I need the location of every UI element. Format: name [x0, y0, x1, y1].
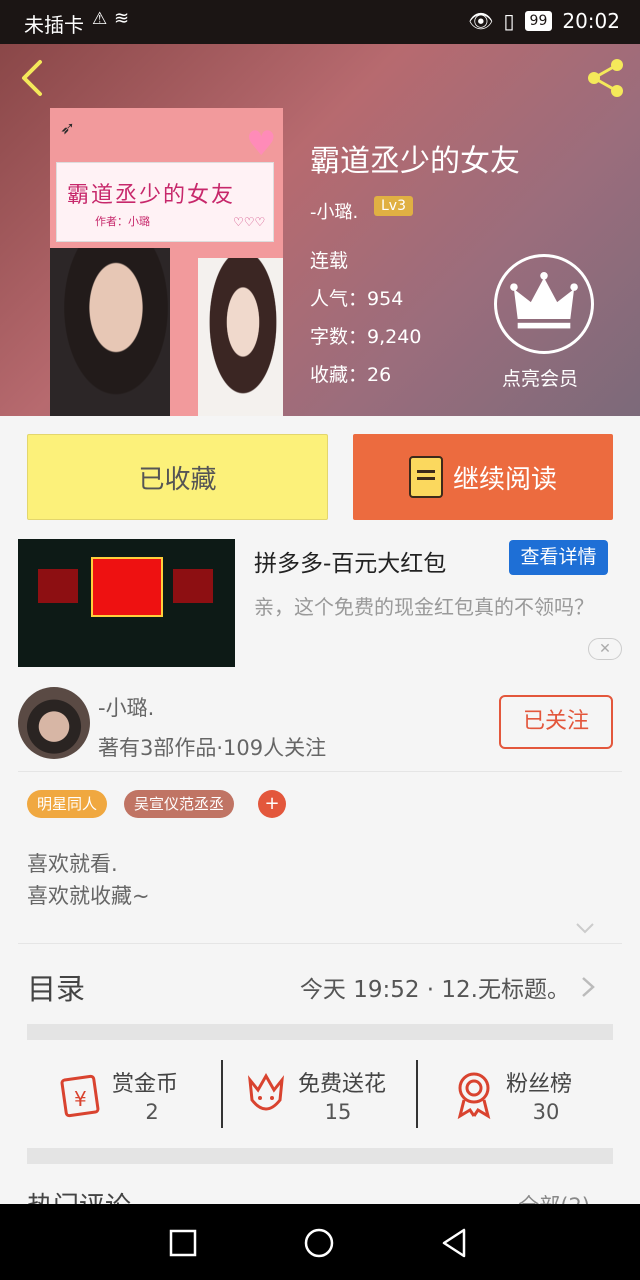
- intro-line-1: 喜欢就看.: [27, 852, 118, 876]
- popularity-value: 954: [367, 288, 404, 310]
- ad-detail-button[interactable]: 查看详情: [509, 540, 608, 575]
- status-bar: 未插卡 ⚠ ≋ 👁 ▯ 99 20:02: [0, 0, 640, 44]
- system-nav-bar: [0, 1204, 640, 1280]
- back-arrow-icon[interactable]: [14, 58, 54, 98]
- continue-reading-button[interactable]: 继续阅读: [353, 434, 613, 520]
- toc-label[interactable]: 目录: [27, 966, 85, 1008]
- book-header: ➶ ♥ 霸道丞少的女友 作者：小璐 ♡♡♡ 霸道丞少的女友 -小璐. Lv3 连…: [0, 44, 640, 416]
- book-title: 霸道丞少的女友: [310, 144, 520, 179]
- ad-close-icon[interactable]: ✕: [588, 638, 622, 660]
- divider: [416, 1060, 418, 1128]
- word-count-value: 9,240: [367, 326, 422, 348]
- fan-ranking-value: 30: [532, 1100, 560, 1124]
- book-intro: 喜欢就看. 喜欢就收藏~: [27, 848, 150, 912]
- cover-author: 作者：小璐: [95, 215, 150, 228]
- free-flowers-label: 免费送花: [298, 1072, 387, 1097]
- free-flowers-button[interactable]: 免费送花 15: [240, 1060, 430, 1130]
- carrier-text: 未插卡: [24, 13, 84, 37]
- reward-coins-label: 赏金币: [112, 1072, 179, 1097]
- intro-line-2: 喜欢就收藏~: [27, 884, 150, 908]
- reward-coins-value: 2: [145, 1100, 159, 1124]
- favorites-label: 收藏：: [310, 364, 368, 386]
- section-separator: [27, 1148, 613, 1164]
- favorited-button[interactable]: 已收藏: [27, 434, 328, 520]
- popularity-stat: 人气：954: [310, 284, 403, 311]
- eye-icon: 👁: [468, 9, 494, 33]
- author-name[interactable]: -小璐.: [98, 692, 154, 722]
- battery-icon: 99: [524, 11, 553, 31]
- divider: [221, 1060, 223, 1128]
- avatar[interactable]: [18, 687, 90, 759]
- tag-star-fanfic[interactable]: 明星同人: [27, 790, 108, 818]
- recent-apps-icon[interactable]: [168, 1228, 198, 1258]
- free-flowers-value: 15: [324, 1100, 352, 1124]
- tag-characters[interactable]: 吴宣仪范丞丞: [124, 790, 235, 818]
- vibrate-icon: ▯: [503, 9, 515, 33]
- share-icon[interactable]: [584, 56, 628, 100]
- flower-icon: [248, 1072, 284, 1111]
- author-works-info: 著有3部作品·109人关注: [98, 736, 327, 760]
- chevron-right-icon[interactable]: [580, 976, 596, 998]
- cover-male-figure: [50, 248, 170, 416]
- ad-description[interactable]: 亲，这个免费的现金红包真的不领吗？: [254, 592, 614, 622]
- book-cover: ➶ ♥ 霸道丞少的女友 作者：小璐 ♡♡♡: [50, 108, 283, 416]
- home-icon[interactable]: [304, 1228, 334, 1258]
- toc-latest-chapter[interactable]: 今天 19:52 · 12.无标题。: [300, 970, 570, 1004]
- hearts-decoration-icon: ♡♡♡: [233, 215, 266, 229]
- favorites-stat: 收藏：26: [310, 360, 391, 387]
- add-tag-button[interactable]: +: [258, 790, 286, 818]
- expand-chevron-icon[interactable]: [575, 918, 595, 938]
- reward-coin-icon: ¥: [60, 1074, 100, 1118]
- follow-button[interactable]: 已关注: [499, 695, 613, 749]
- author-level-badge: Lv3: [374, 196, 413, 216]
- continue-reading-label: 继续阅读: [452, 464, 557, 495]
- book-icon: [408, 456, 443, 498]
- ad-title[interactable]: 拼多多-百元大红包: [254, 544, 446, 578]
- favorited-label: 已收藏: [138, 464, 217, 495]
- red-envelope-graphic: [91, 557, 163, 617]
- vip-label[interactable]: 点亮会员: [502, 364, 578, 391]
- cover-title: 霸道丞少的女友: [67, 183, 236, 208]
- svg-text:¥: ¥: [74, 1087, 87, 1111]
- word-count-label: 字数：: [310, 326, 368, 348]
- section-separator: [27, 1024, 613, 1040]
- vip-crown-button[interactable]: [494, 254, 594, 354]
- sim-alert-icon: ⚠: [92, 9, 108, 29]
- back-icon[interactable]: [440, 1228, 470, 1258]
- medal-icon: [457, 1072, 491, 1120]
- ad-image[interactable]: [18, 539, 235, 667]
- divider: [18, 771, 622, 772]
- serial-status: 连载: [310, 250, 349, 272]
- fan-ranking-button[interactable]: 粉丝榜 30: [448, 1060, 638, 1130]
- crown-icon: [510, 272, 578, 329]
- book-author[interactable]: -小璐.: [310, 198, 358, 224]
- cover-title-banner: 霸道丞少的女友 作者：小璐 ♡♡♡: [56, 162, 274, 242]
- cover-female-figure: [198, 258, 283, 416]
- favorites-value: 26: [367, 364, 392, 386]
- fan-ranking-label: 粉丝榜: [506, 1072, 573, 1097]
- heart-icon: ♥: [246, 124, 277, 164]
- reward-coins-button[interactable]: ¥ 赏金币 2: [54, 1060, 244, 1130]
- popularity-label: 人气：: [310, 288, 368, 310]
- arrow-doodle-icon: ➶: [60, 118, 76, 139]
- clock: 20:02: [562, 9, 620, 33]
- divider: [18, 943, 622, 944]
- wifi-icon: ≋: [114, 8, 130, 29]
- word-count-stat: 字数：9,240: [310, 322, 421, 349]
